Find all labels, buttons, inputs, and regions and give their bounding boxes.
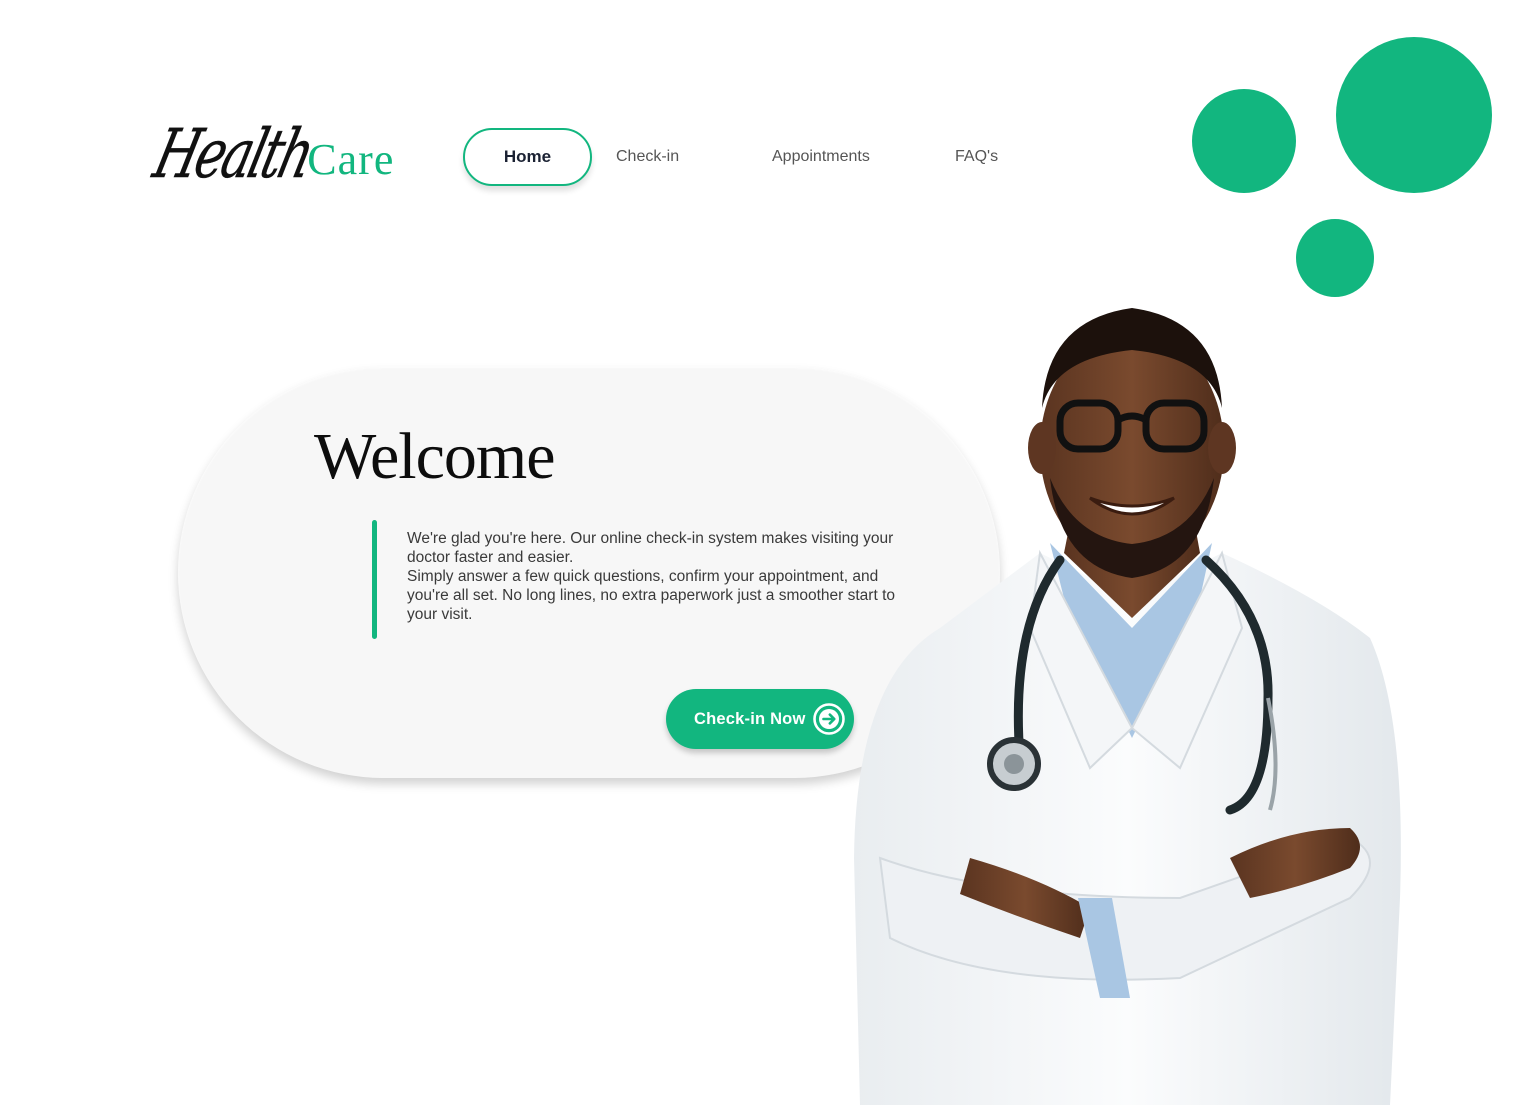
brand-logo[interactable]: Health Care [146, 115, 395, 208]
welcome-paragraph-2: Simply answer a few quick questions, con… [407, 568, 896, 623]
nav-item-faqs[interactable]: FAQ's [955, 148, 998, 166]
logo-accent-text: Care [307, 135, 395, 184]
decorative-circle-medium [1192, 89, 1296, 193]
welcome-description: We're glad you're here. Our online check… [407, 529, 917, 624]
nav-item-check-in[interactable]: Check-in [616, 148, 679, 166]
nav-item-home[interactable]: Home [463, 128, 592, 186]
welcome-paragraph-1: We're glad you're here. Our online check… [407, 530, 894, 566]
check-in-now-button[interactable]: Check-in Now [666, 689, 854, 749]
decorative-circle-large [1336, 37, 1492, 193]
check-in-now-label: Check-in Now [694, 709, 806, 728]
arrow-right-circle-icon [813, 703, 845, 735]
nav-item-appointments[interactable]: Appointments [772, 148, 870, 166]
logo-script-text: Health [146, 115, 320, 194]
decorative-circle-small [1296, 219, 1374, 297]
welcome-title: Welcome [314, 420, 556, 493]
doctor-portrait [854, 308, 1401, 1105]
accent-bar [372, 520, 377, 639]
